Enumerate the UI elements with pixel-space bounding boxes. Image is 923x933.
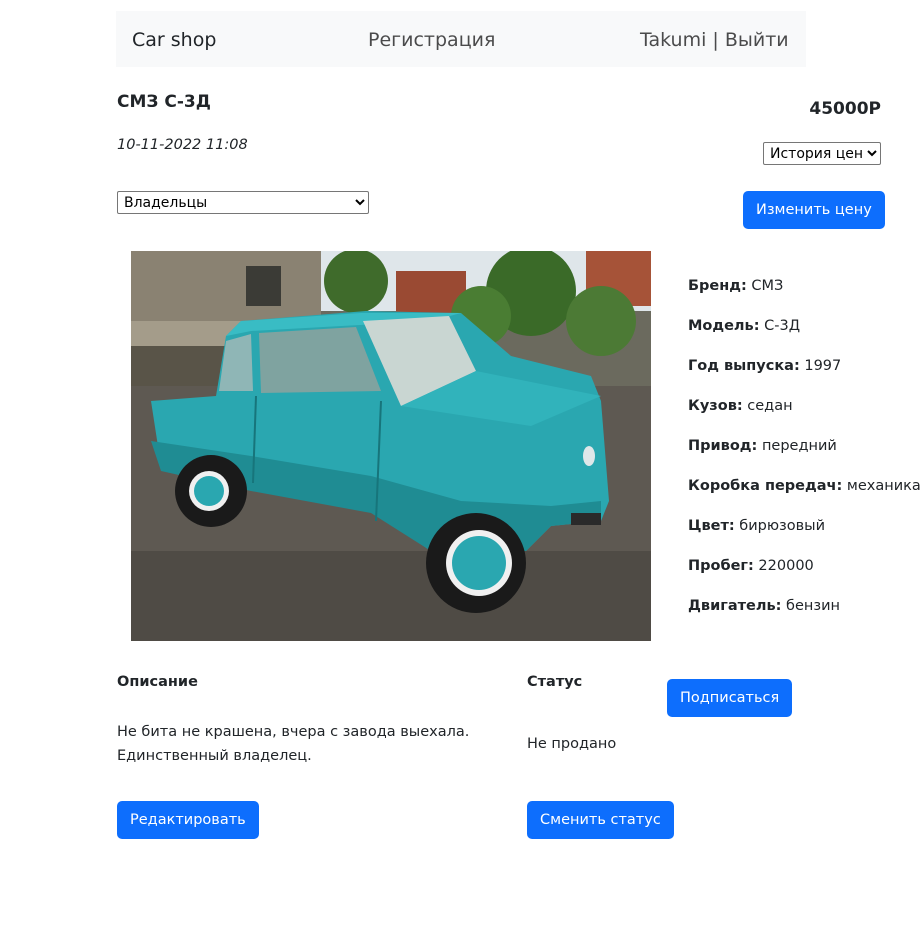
brand-link[interactable]: Car shop (132, 29, 216, 51)
spec-body: Кузов: седан (688, 398, 793, 414)
spec-brand: Бренд: СМЗ (688, 278, 784, 294)
spec-model: Модель: С-3Д (688, 318, 801, 334)
subscribe-button[interactable]: Подписаться (667, 679, 793, 717)
nav-separator: | (712, 29, 719, 51)
change-price-button[interactable]: Изменить цену (743, 191, 885, 229)
spec-mileage: Пробег: 220000 (688, 558, 814, 574)
spec-drive: Привод: передний (688, 438, 837, 454)
user-menu: Takumi | Выйти (640, 29, 789, 51)
username: Takumi (640, 29, 707, 51)
car-photo (131, 251, 651, 641)
price-history-select[interactable]: История цен (763, 142, 881, 165)
status-heading: Статус (527, 674, 583, 690)
register-link[interactable]: Регистрация (368, 29, 495, 51)
description-line-2: Единственный владелец. (117, 748, 312, 764)
logout-link[interactable]: Выйти (725, 29, 789, 51)
owners-select[interactable]: Владельцы (117, 191, 369, 214)
description-heading: Описание (117, 674, 198, 690)
spec-gearbox: Коробка передач: механика (688, 478, 921, 494)
car-photo-illustration (131, 251, 651, 641)
car-price: 45000Р (809, 99, 881, 119)
spec-color: Цвет: бирюзовый (688, 518, 826, 534)
spec-year: Год выпуска: 1997 (688, 358, 842, 374)
publish-date: 10-11-2022 11:08 (117, 137, 248, 153)
edit-button[interactable]: Редактировать (117, 801, 259, 839)
status-value: Не продано (527, 736, 617, 752)
description-line-1: Не бита не крашена, вчера с завода выеха… (117, 724, 470, 740)
change-status-button[interactable]: Сменить статус (527, 801, 674, 839)
spec-engine: Двигатель: бензин (688, 598, 841, 614)
car-title: СМЗ С-3Д (117, 92, 211, 112)
